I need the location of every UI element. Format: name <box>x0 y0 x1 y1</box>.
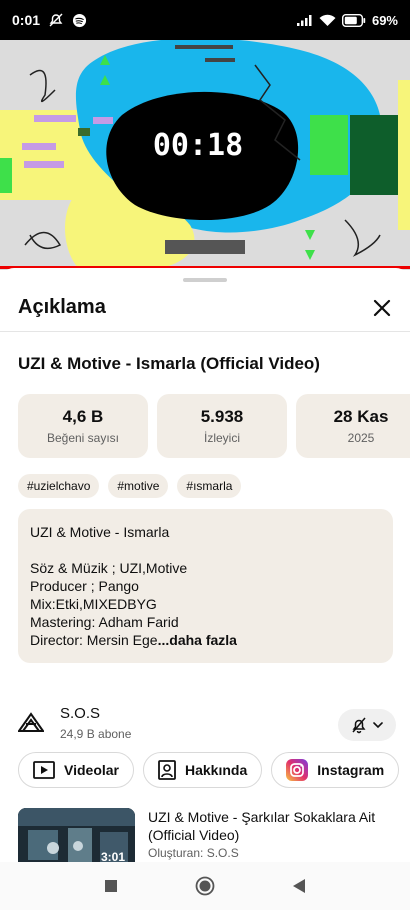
mute-icon <box>48 12 64 28</box>
video-stats: 4,6 B Beğeni sayısı 5.938 İzleyici 28 Ka… <box>18 394 410 458</box>
person-icon <box>158 760 176 780</box>
bell-off-icon <box>352 717 366 734</box>
description-line: Mastering: Adham Farid <box>30 614 179 630</box>
wifi-icon <box>319 14 336 27</box>
publish-year: 2025 <box>347 431 375 445</box>
video-title: UZI & Motive - Ismarla (Official Video) <box>18 354 320 373</box>
description-line: Producer ; Pango <box>30 578 139 594</box>
status-time: 0:01 <box>12 12 41 28</box>
channel-name[interactable]: S.O.S <box>60 705 100 722</box>
views-stat: 5.938 İzleyici <box>157 394 287 458</box>
system-nav-bar <box>0 862 410 910</box>
description-text[interactable]: UZI & Motive - Ismarla Söz & Müzik ; UZI… <box>18 509 393 663</box>
drag-handle[interactable] <box>183 278 227 282</box>
home-circle-icon <box>195 876 215 896</box>
signal-icon <box>296 14 313 26</box>
subscriber-count: 24,9 B abone <box>60 727 132 741</box>
spotify-icon <box>72 13 87 28</box>
channel-logo-icon[interactable] <box>17 711 45 733</box>
battery-icon <box>341 13 366 27</box>
sheet-title: Açıklama <box>18 296 106 318</box>
videos-button[interactable]: Videolar <box>18 752 134 788</box>
recents-button[interactable] <box>99 874 123 898</box>
related-video-thumbnail[interactable]: 3:01 <box>18 808 135 862</box>
show-more-link[interactable]: ...daha fazla <box>158 632 237 648</box>
hashtag-list: #uzielchavo #motive #ısmarla <box>18 474 242 498</box>
hashtag-chip[interactable]: #motive <box>108 474 169 498</box>
related-video-title[interactable]: UZI & Motive - Şarkılar Sokaklara Ait (O… <box>148 808 388 844</box>
status-bar: 0:01 69% <box>0 0 410 40</box>
views-count: 5.938 <box>200 407 244 426</box>
close-button[interactable] <box>368 294 396 322</box>
about-label: Hakkında <box>185 762 248 778</box>
chevron-down-icon <box>373 722 383 729</box>
description-line: Mix:Etki,MIXEDBYG <box>30 596 157 612</box>
videos-label: Videolar <box>64 762 119 778</box>
video-player[interactable]: 00:18 <box>0 40 410 270</box>
square-icon <box>105 880 117 892</box>
channel-links: Videolar Hakkında Instagram <box>18 752 400 788</box>
instagram-button[interactable]: Instagram <box>271 752 400 788</box>
likes-stat: 4,6 B Beğeni sayısı <box>18 394 148 458</box>
related-video[interactable]: 3:01 UZI & Motive - Şarkılar Sokaklara A… <box>18 808 398 862</box>
description-line: UZI & Motive - Ismarla <box>30 524 170 540</box>
battery-percent: 69% <box>371 12 398 28</box>
back-button[interactable] <box>287 874 311 898</box>
instagram-label: Instagram <box>317 762 385 778</box>
back-triangle-icon <box>293 879 305 893</box>
views-label: İzleyici <box>203 431 240 445</box>
hashtag-chip[interactable]: #uzielchavo <box>18 474 100 498</box>
about-button[interactable]: Hakkında <box>143 752 263 788</box>
sheet-header: Açıklama <box>0 286 410 332</box>
publish-day: 28 Kas <box>333 407 389 426</box>
playback-timer: 00:18 <box>152 128 244 163</box>
description-line: Director: Mersin Ege <box>30 632 158 648</box>
related-video-byline: Oluşturan: S.O.S <box>148 846 239 860</box>
description-last-line: Director: Mersin Ege...daha fazla <box>30 631 381 649</box>
likes-count: 4,6 B <box>62 407 104 426</box>
likes-label: Beğeni sayısı <box>46 431 120 445</box>
home-button[interactable] <box>193 874 217 898</box>
hashtag-chip[interactable]: #ısmarla <box>177 474 242 498</box>
channel-row[interactable]: S.O.S 24,9 B abone <box>17 703 398 749</box>
close-icon <box>373 299 391 317</box>
description-sheet: Açıklama UZI & Motive - Ismarla (Officia… <box>0 268 410 862</box>
video-duration: 3:01 <box>100 850 125 862</box>
video-icon <box>33 761 55 779</box>
instagram-icon <box>286 759 309 781</box>
date-stat: 28 Kas 2025 <box>296 394 410 458</box>
description-line <box>30 541 381 559</box>
notification-bell-button[interactable] <box>338 709 396 741</box>
description-line: Söz & Müzik ; UZI,Motive <box>30 560 188 576</box>
